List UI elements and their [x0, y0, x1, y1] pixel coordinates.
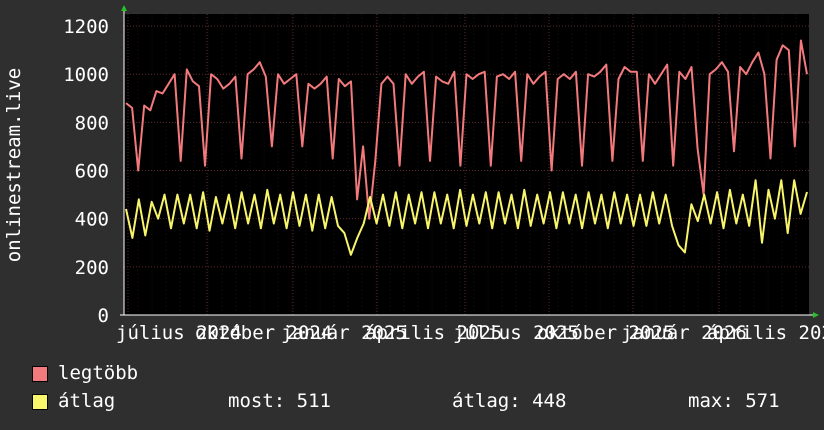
- y-axis-title: onlinestream.live: [3, 68, 25, 262]
- y-tick-label: 1200: [63, 16, 109, 38]
- y-tick-label: 0: [98, 305, 109, 327]
- stat-average: átlag: 448: [452, 390, 567, 412]
- legend-row-max: legtöbb: [30, 362, 810, 390]
- plot-area: [124, 14, 809, 315]
- legend-label-max: legtöbb: [58, 362, 139, 384]
- x-axis-arrow: [813, 312, 819, 318]
- y-tick-label: 400: [75, 209, 109, 231]
- y-axis-arrow: [121, 5, 127, 11]
- legend-row-avg: átlag most: 511 átlag: 448 max: 571: [30, 390, 810, 418]
- legend: legtöbb átlag most: 511 átlag: 448 max: …: [30, 362, 810, 418]
- legend-swatch-avg: [32, 394, 48, 410]
- y-tick-label: 200: [75, 257, 109, 279]
- y-tick-label: 1000: [63, 64, 109, 86]
- y-tick-label: 800: [75, 112, 109, 134]
- y-tick-label: 600: [75, 161, 109, 183]
- x-tick-label: április 2026: [707, 322, 824, 344]
- legend-label-avg: átlag: [58, 390, 116, 412]
- stat-max: max: 571: [688, 390, 780, 412]
- legend-swatch-max: [32, 366, 48, 382]
- stat-now: most: 511: [228, 390, 331, 412]
